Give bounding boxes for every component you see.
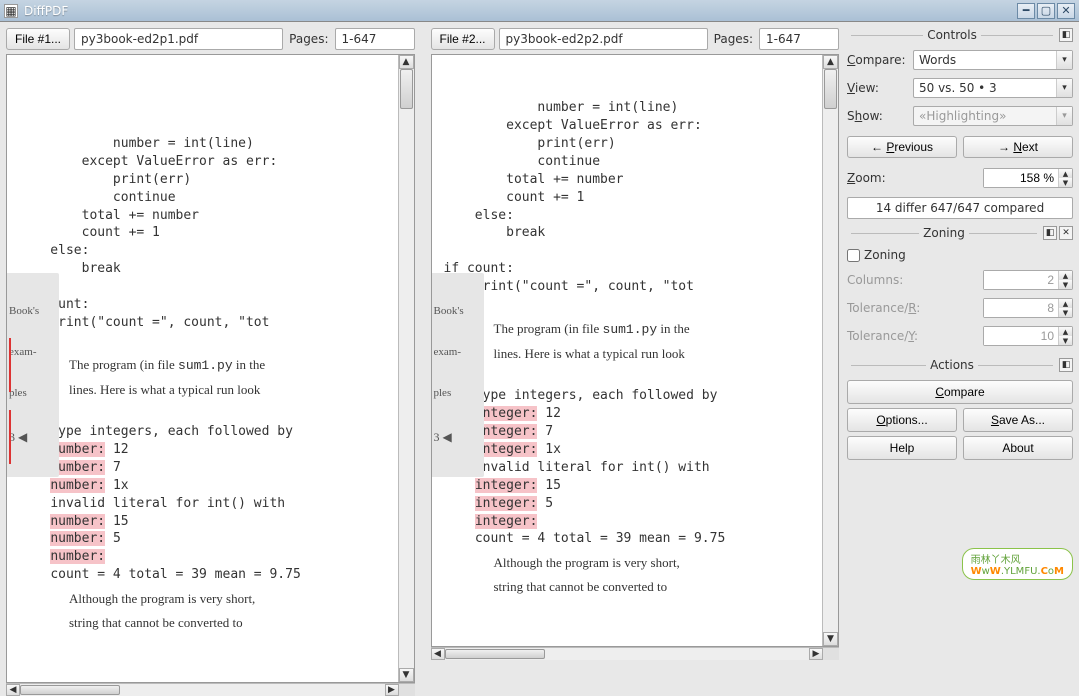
- zoning-checkbox-label: Zoning: [864, 248, 906, 262]
- file1-name[interactable]: py3book-ed2p1.pdf: [74, 28, 283, 50]
- diff-word: integer:: [475, 406, 538, 421]
- options-button[interactable]: Options...Options...: [847, 408, 957, 432]
- window-title: DiffPDF: [24, 4, 1017, 18]
- file2-name[interactable]: py3book-ed2p2.pdf: [499, 28, 708, 50]
- right-pane: File #2... py3book-ed2p2.pdf Pages: 1-64…: [425, 22, 844, 586]
- diff-word: integer:: [475, 496, 538, 511]
- tolerance-y-spinbox[interactable]: ▲▼: [983, 326, 1073, 346]
- spin-up-icon[interactable]: ▲: [1059, 299, 1072, 308]
- controls-detach-icon[interactable]: ◧: [1059, 28, 1073, 42]
- actions-title: Actions: [930, 358, 974, 372]
- view-combo[interactable]: 50 vs. 50 • 3▾: [913, 78, 1073, 98]
- columns-spinbox[interactable]: ▲▼: [983, 270, 1073, 290]
- margin-note-right: Book's exam- ples 3 ◀: [432, 273, 484, 477]
- zoning-checkbox[interactable]: [847, 249, 860, 262]
- scroll-thumb[interactable]: [445, 649, 545, 659]
- minimize-button[interactable]: ━: [1017, 3, 1035, 19]
- show-label: Show:: [847, 109, 909, 123]
- zoom-label: Zoom:: [847, 171, 909, 185]
- compare-button[interactable]: CompareCompare: [847, 380, 1073, 404]
- file2-pages[interactable]: 1-647: [759, 28, 839, 50]
- file1-pages[interactable]: 1-647: [335, 28, 415, 50]
- diff-word: number:: [50, 531, 105, 546]
- tolerance-y-label: Tolerance/Y:: [847, 329, 937, 343]
- left-page-content: Book's exam- ples 3 ◀ number = int(line)…: [7, 55, 398, 682]
- diff-marker: [9, 338, 11, 392]
- previous-button[interactable]: ← PPreviousrevious: [847, 136, 957, 158]
- diff-word: number:: [50, 478, 105, 493]
- diff-word: integer:: [475, 514, 538, 529]
- spin-up-icon[interactable]: ▲: [1059, 169, 1072, 178]
- actions-detach-icon[interactable]: ◧: [1059, 358, 1073, 372]
- spin-down-icon[interactable]: ▼: [1059, 308, 1072, 317]
- zoning-close-icon[interactable]: ✕: [1059, 226, 1073, 240]
- diff-word: number:: [50, 514, 105, 529]
- diff-word: integer:: [475, 478, 538, 493]
- left-viewer: Book's exam- ples 3 ◀ number = int(line)…: [6, 54, 415, 683]
- close-button[interactable]: ✕: [1057, 3, 1075, 19]
- diff-marker: [9, 410, 11, 464]
- scroll-down-icon[interactable]: ▼: [399, 668, 414, 682]
- chevron-down-icon[interactable]: ▾: [1056, 51, 1072, 69]
- right-page-content: Book's exam- ples 3 ◀ number = int(line)…: [432, 55, 823, 646]
- spin-down-icon[interactable]: ▼: [1059, 280, 1072, 289]
- maximize-button[interactable]: ▢: [1037, 3, 1055, 19]
- diff-word: integer:: [475, 424, 538, 439]
- left-pane: File #1... py3book-ed2p1.pdf Pages: 1-64…: [0, 22, 419, 586]
- right-viewer: Book's exam- ples 3 ◀ number = int(line)…: [431, 54, 840, 647]
- compare-combo[interactable]: Words▾: [913, 50, 1073, 70]
- scroll-left-icon[interactable]: ◀: [431, 648, 445, 660]
- tolerance-r-label: Tolerance/R:: [847, 301, 937, 315]
- scroll-thumb[interactable]: [20, 685, 120, 695]
- spin-down-icon[interactable]: ▼: [1059, 336, 1072, 345]
- scroll-down-icon[interactable]: ▼: [823, 632, 838, 646]
- margin-nav-left[interactable]: 3 ◀: [9, 430, 55, 445]
- spin-up-icon[interactable]: ▲: [1059, 271, 1072, 280]
- scroll-up-icon[interactable]: ▲: [823, 55, 838, 69]
- watermark: 雨林丫木风 WwW.YLMFU.CoMWwW.YLMFU.CoM: [962, 548, 1073, 580]
- controls-title: Controls: [927, 28, 977, 42]
- diff-word: integer:: [475, 442, 538, 457]
- right-vscrollbar[interactable]: ▲ ▼: [822, 55, 838, 646]
- tolerance-r-spinbox[interactable]: ▲▼: [983, 298, 1073, 318]
- file2-button[interactable]: File #2...: [431, 28, 495, 50]
- file2-pages-label: Pages:: [712, 32, 755, 46]
- scroll-left-icon[interactable]: ◀: [6, 684, 20, 696]
- spin-up-icon[interactable]: ▲: [1059, 327, 1072, 336]
- saveas-button[interactable]: Save As...Save As...: [963, 408, 1073, 432]
- left-vscrollbar[interactable]: ▲ ▼: [398, 55, 414, 682]
- next-button[interactable]: → NextNext: [963, 136, 1073, 158]
- scroll-thumb[interactable]: [824, 69, 837, 109]
- scroll-up-icon[interactable]: ▲: [399, 55, 414, 69]
- about-button[interactable]: About: [963, 436, 1073, 460]
- controls-panel: Controls ◧ Compare: Words▾ View: 50 vs. …: [843, 22, 1079, 586]
- right-hscrollbar[interactable]: ◀ ▶: [431, 647, 840, 660]
- columns-label: Columns:: [847, 273, 937, 287]
- chevron-down-icon[interactable]: ▾: [1056, 107, 1072, 125]
- zoom-input[interactable]: [984, 169, 1058, 187]
- help-button[interactable]: Help: [847, 436, 957, 460]
- margin-note-left: Book's exam- ples 3 ◀: [7, 273, 59, 477]
- compare-label: Compare:: [847, 53, 909, 67]
- scroll-right-icon[interactable]: ▶: [809, 648, 823, 660]
- chevron-down-icon[interactable]: ▾: [1056, 79, 1072, 97]
- margin-nav-right[interactable]: 3 ◀: [434, 430, 480, 445]
- zoom-spinbox[interactable]: ▲▼: [983, 168, 1073, 188]
- compare-status: 14 differ 647/647 compared: [847, 197, 1073, 219]
- diff-word: number:: [50, 549, 105, 564]
- show-combo[interactable]: «Highlighting»▾: [913, 106, 1073, 126]
- zoning-detach-icon[interactable]: ◧: [1043, 226, 1057, 240]
- titlebar: ▦ DiffPDF ━ ▢ ✕: [0, 0, 1079, 22]
- zoning-title: Zoning: [923, 226, 965, 240]
- scroll-thumb[interactable]: [400, 69, 413, 109]
- left-hscrollbar[interactable]: ◀ ▶: [6, 683, 415, 696]
- app-icon: ▦: [4, 4, 18, 18]
- scroll-right-icon[interactable]: ▶: [385, 684, 399, 696]
- spin-down-icon[interactable]: ▼: [1059, 178, 1072, 187]
- file1-button[interactable]: File #1...: [6, 28, 70, 50]
- view-label: View:: [847, 81, 909, 95]
- file1-pages-label: Pages:: [287, 32, 330, 46]
